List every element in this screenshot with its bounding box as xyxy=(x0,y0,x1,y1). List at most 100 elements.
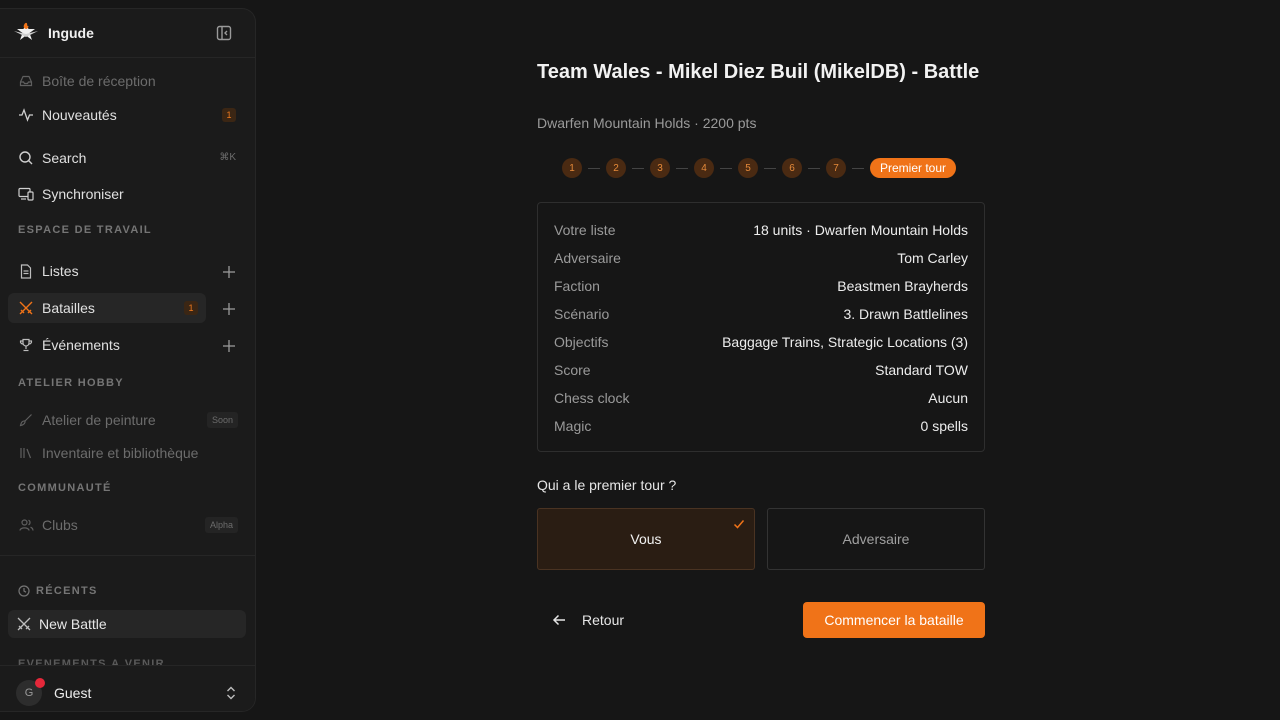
summary-value: Standard TOW xyxy=(875,362,968,378)
summary-value: 18 units · Dwarfen Mountain Holds xyxy=(753,222,968,238)
alpha-chip: Alpha xyxy=(204,517,238,533)
summary-row: Faction Beastmen Brayherds xyxy=(554,276,968,296)
summary-label: Faction xyxy=(554,278,600,294)
summary-row: Score Standard TOW xyxy=(554,360,968,380)
choice-label: Vous xyxy=(630,531,662,547)
back-label: Retour xyxy=(582,612,625,628)
step-5[interactable]: 5 xyxy=(738,158,758,178)
current-step-pill: Premier tour xyxy=(870,158,957,178)
step-7[interactable]: 7 xyxy=(826,158,846,178)
step-3[interactable]: 3 xyxy=(650,158,670,178)
summary-row: Objectifs Baggage Trains, Strategic Locat… xyxy=(554,332,968,352)
add-battle-icon[interactable] xyxy=(221,301,237,317)
battle-summary-card: Votre liste 18 units · Dwarfen Mountain H… xyxy=(537,202,985,452)
step-connector xyxy=(632,167,644,169)
user-name: Guest xyxy=(54,685,92,701)
count-badge: 1 xyxy=(184,301,198,315)
section-title-recent: RÉCENTS xyxy=(18,585,98,597)
summary-label: Magic xyxy=(554,418,592,434)
summary-value: Aucun xyxy=(928,390,968,406)
activity-icon xyxy=(18,107,34,123)
section-title-workspace: ESPACE DE TRAVAIL xyxy=(18,224,152,236)
first-turn-question: Qui a le premier tour ? xyxy=(537,477,677,493)
sidebar-item-label: Boîte de réception xyxy=(42,73,156,89)
step-6[interactable]: 6 xyxy=(782,158,802,178)
summary-value: Tom Carley xyxy=(897,250,968,266)
sidebar-item-clubs: Clubs Alpha xyxy=(8,510,238,540)
sidebar-item-label: Search xyxy=(42,150,87,166)
sidebar-item-label: Événements xyxy=(42,337,120,353)
summary-label: Adversaire xyxy=(554,250,621,266)
users-icon xyxy=(18,517,34,533)
recent-title-label: RÉCENTS xyxy=(36,585,98,597)
soon-chip: Soon xyxy=(206,412,238,428)
sidebar-item-label: Synchroniser xyxy=(42,186,124,202)
step-connector xyxy=(764,167,776,169)
ingude-logo-icon xyxy=(14,22,38,40)
step-connector xyxy=(720,167,732,169)
sidebar-item-search[interactable]: Search ⌘K xyxy=(8,143,238,173)
section-title-community: COMMUNAUTÉ xyxy=(18,482,112,494)
divider xyxy=(0,57,255,58)
step-connector xyxy=(588,167,600,169)
summary-row: Votre liste 18 units · Dwarfen Mountain H… xyxy=(554,220,968,240)
sidebar-item-label: Inventaire et bibliothèque xyxy=(42,445,199,461)
recent-item-new-battle[interactable]: New Battle xyxy=(8,610,246,638)
back-button[interactable]: Retour xyxy=(552,609,624,631)
shortcut-hint: ⌘K xyxy=(219,152,236,163)
step-connector xyxy=(676,167,688,169)
sidebar-item-battles[interactable]: Batailles 1 xyxy=(8,293,206,323)
sidebar-item-events[interactable]: Événements xyxy=(8,330,238,360)
step-2[interactable]: 2 xyxy=(606,158,626,178)
page-title: Team Wales - Mikel Diez Buil (MikelDB) -… xyxy=(537,61,980,83)
add-event-icon[interactable] xyxy=(221,338,237,354)
step-1[interactable]: 1 xyxy=(562,158,582,178)
summary-label: Chess clock xyxy=(554,390,630,406)
brand[interactable]: Ingude xyxy=(12,21,94,45)
summary-label: Scénario xyxy=(554,306,610,322)
sidebar: Ingude Boîte de réception Nouveautés 1 S… xyxy=(0,8,256,712)
stepper: 1 2 3 4 5 6 7 Premier tour xyxy=(562,158,957,178)
sidebar-item-label: Listes xyxy=(42,263,79,279)
summary-label: Score xyxy=(554,362,591,378)
step-4[interactable]: 4 xyxy=(694,158,714,178)
check-icon xyxy=(733,520,745,529)
divider xyxy=(0,555,255,556)
sidebar-item-painting: Atelier de peinture Soon xyxy=(8,405,238,435)
user-menu[interactable]: G Guest xyxy=(0,665,255,711)
chevrons-up-down-icon[interactable] xyxy=(224,685,238,701)
file-icon xyxy=(18,263,34,279)
sidebar-item-news[interactable]: Nouveautés 1 xyxy=(8,100,238,130)
choice-you-button[interactable]: Vous xyxy=(537,508,755,570)
choice-opponent-button[interactable]: Adversaire xyxy=(767,508,985,570)
page-subtitle: Dwarfen Mountain Holds · 2200 pts xyxy=(537,115,757,131)
library-icon xyxy=(18,445,34,461)
sidebar-item-label: Nouveautés xyxy=(42,107,117,123)
step-connector xyxy=(852,167,864,169)
summary-row: Magic 0 spells xyxy=(554,416,968,436)
notification-dot xyxy=(35,678,45,688)
summary-value: Beastmen Brayherds xyxy=(837,278,968,294)
summary-label: Objectifs xyxy=(554,334,609,350)
sidebar-item-inbox[interactable]: Boîte de réception xyxy=(8,66,238,96)
start-battle-button[interactable]: Commencer la bataille xyxy=(803,602,985,638)
clock-icon xyxy=(18,585,30,597)
sidebar-item-inventory[interactable]: Inventaire et bibliothèque xyxy=(8,438,238,468)
summary-row: Chess clock Aucun xyxy=(554,388,968,408)
sidebar-collapse-icon[interactable] xyxy=(215,24,233,42)
trophy-icon xyxy=(18,337,34,353)
add-list-icon[interactable] xyxy=(221,264,237,280)
summary-row: Scénario 3. Drawn Battlelines xyxy=(554,304,968,324)
inbox-icon xyxy=(18,73,34,89)
swords-icon xyxy=(17,617,31,631)
count-badge: 1 xyxy=(222,108,236,122)
sidebar-item-lists[interactable]: Listes xyxy=(8,256,238,286)
sidebar-item-sync[interactable]: Synchroniser xyxy=(8,179,238,209)
brand-name: Ingude xyxy=(48,25,94,41)
recent-item-label: New Battle xyxy=(39,616,107,632)
step-connector xyxy=(808,167,820,169)
swords-icon xyxy=(18,300,34,316)
devices-icon xyxy=(18,186,34,202)
brush-icon xyxy=(18,412,34,428)
search-icon xyxy=(18,150,34,166)
